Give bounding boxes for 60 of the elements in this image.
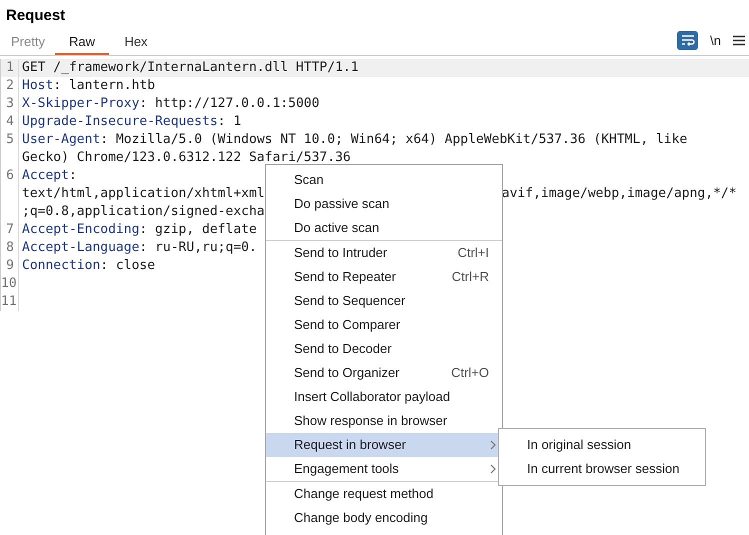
- tab[interactable]: Hex: [109, 30, 163, 55]
- menu-item[interactable]: Change request method: [266, 482, 502, 506]
- newline-toggle[interactable]: \n: [710, 30, 721, 50]
- header-name: User-Agent: [22, 132, 100, 147]
- menu-item[interactable]: Change body encoding: [266, 506, 502, 530]
- line-number: 4: [5, 113, 14, 131]
- tab[interactable]: Raw: [55, 30, 109, 55]
- code-text: ;q=0.8,application/signed-excha: [22, 204, 265, 219]
- header-name: Accept-Language: [22, 240, 140, 255]
- menu-item[interactable]: Scan: [266, 168, 502, 192]
- shortcut-label: Ctrl+I: [458, 244, 489, 262]
- line-number: 5: [5, 131, 14, 149]
- line-number: 2: [5, 77, 14, 95]
- wrap-lines-button[interactable]: [677, 30, 698, 50]
- code-text: : Mozilla/5.0 (Windows NT 10.0; Win64; x64) AppleWebKit/537.36 (KHTML, like: [100, 132, 688, 147]
- line-number: 11: [1, 293, 14, 311]
- menu-item[interactable]: Send to Comparer: [266, 313, 502, 337]
- shortcut-label: Ctrl+O: [451, 364, 489, 382]
- menu-item[interactable]: Engagement tools: [266, 457, 502, 481]
- menu-item[interactable]: Do passive scan: [266, 192, 502, 216]
- menu-item[interactable]: In current browser session: [499, 457, 705, 481]
- menu-item[interactable]: Send to Intruder Ctrl+I: [266, 241, 502, 265]
- menu-item[interactable]: Show response in browser: [266, 409, 502, 433]
- menu-item[interactable]: In original session: [499, 433, 705, 457]
- menu-item[interactable]: Send to Organizer Ctrl+O: [266, 361, 502, 385]
- header-name: Host: [22, 78, 54, 93]
- code-text: :: [68, 168, 77, 183]
- code-text: : 1: [218, 114, 242, 129]
- panel-title: Request: [6, 6, 66, 26]
- line-number: 10: [1, 275, 14, 293]
- chevron-right-icon: [490, 464, 496, 474]
- header-name: Accept: [22, 168, 69, 183]
- code-text: GET /_framework/InternaLantern.dll HTTP/1.1: [22, 60, 359, 75]
- code-text: : http://127.0.0.1:5000: [139, 96, 320, 111]
- menu-item[interactable]: Insert Collaborator payload: [266, 385, 502, 409]
- menu-item[interactable]: Do active scan: [266, 216, 502, 240]
- line-number: 6: [5, 167, 14, 185]
- menu-item[interactable]: Send to Repeater Ctrl+R: [266, 265, 502, 289]
- code-text: : gzip, deflate: [139, 222, 257, 237]
- menu-icon[interactable]: [733, 34, 745, 46]
- line-number: 9: [5, 257, 14, 275]
- code-text: : close: [100, 258, 156, 273]
- line-number: 1: [5, 59, 14, 77]
- wrap-lines-icon: [680, 34, 695, 46]
- header-name: Connection: [22, 258, 100, 273]
- line-number: 3: [5, 95, 14, 113]
- menu-item[interactable]: Send to Decoder: [266, 337, 502, 361]
- header-name: Accept-Encoding: [22, 222, 140, 237]
- code-text: : lantern.htb: [53, 78, 156, 93]
- header-name: Upgrade-Insecure-Requests: [22, 114, 218, 129]
- shortcut-label: Ctrl+R: [452, 268, 489, 286]
- chevron-right-icon: [490, 440, 496, 450]
- line-number: 8: [5, 239, 14, 257]
- code-text: avif,image/webp,image/apng,*/*: [502, 185, 737, 203]
- menu-item[interactable]: Send to Sequencer: [266, 289, 502, 313]
- line-number: 7: [5, 221, 14, 239]
- code-text: : ru-RU,ru;q=0.: [139, 240, 257, 255]
- code-text: Gecko) Chrome/123.0.6312.122 Safari/537.36: [22, 150, 351, 165]
- code-text: text/html,application/xhtml+xml: [22, 186, 265, 201]
- header-name: X-Skipper-Proxy: [22, 96, 140, 111]
